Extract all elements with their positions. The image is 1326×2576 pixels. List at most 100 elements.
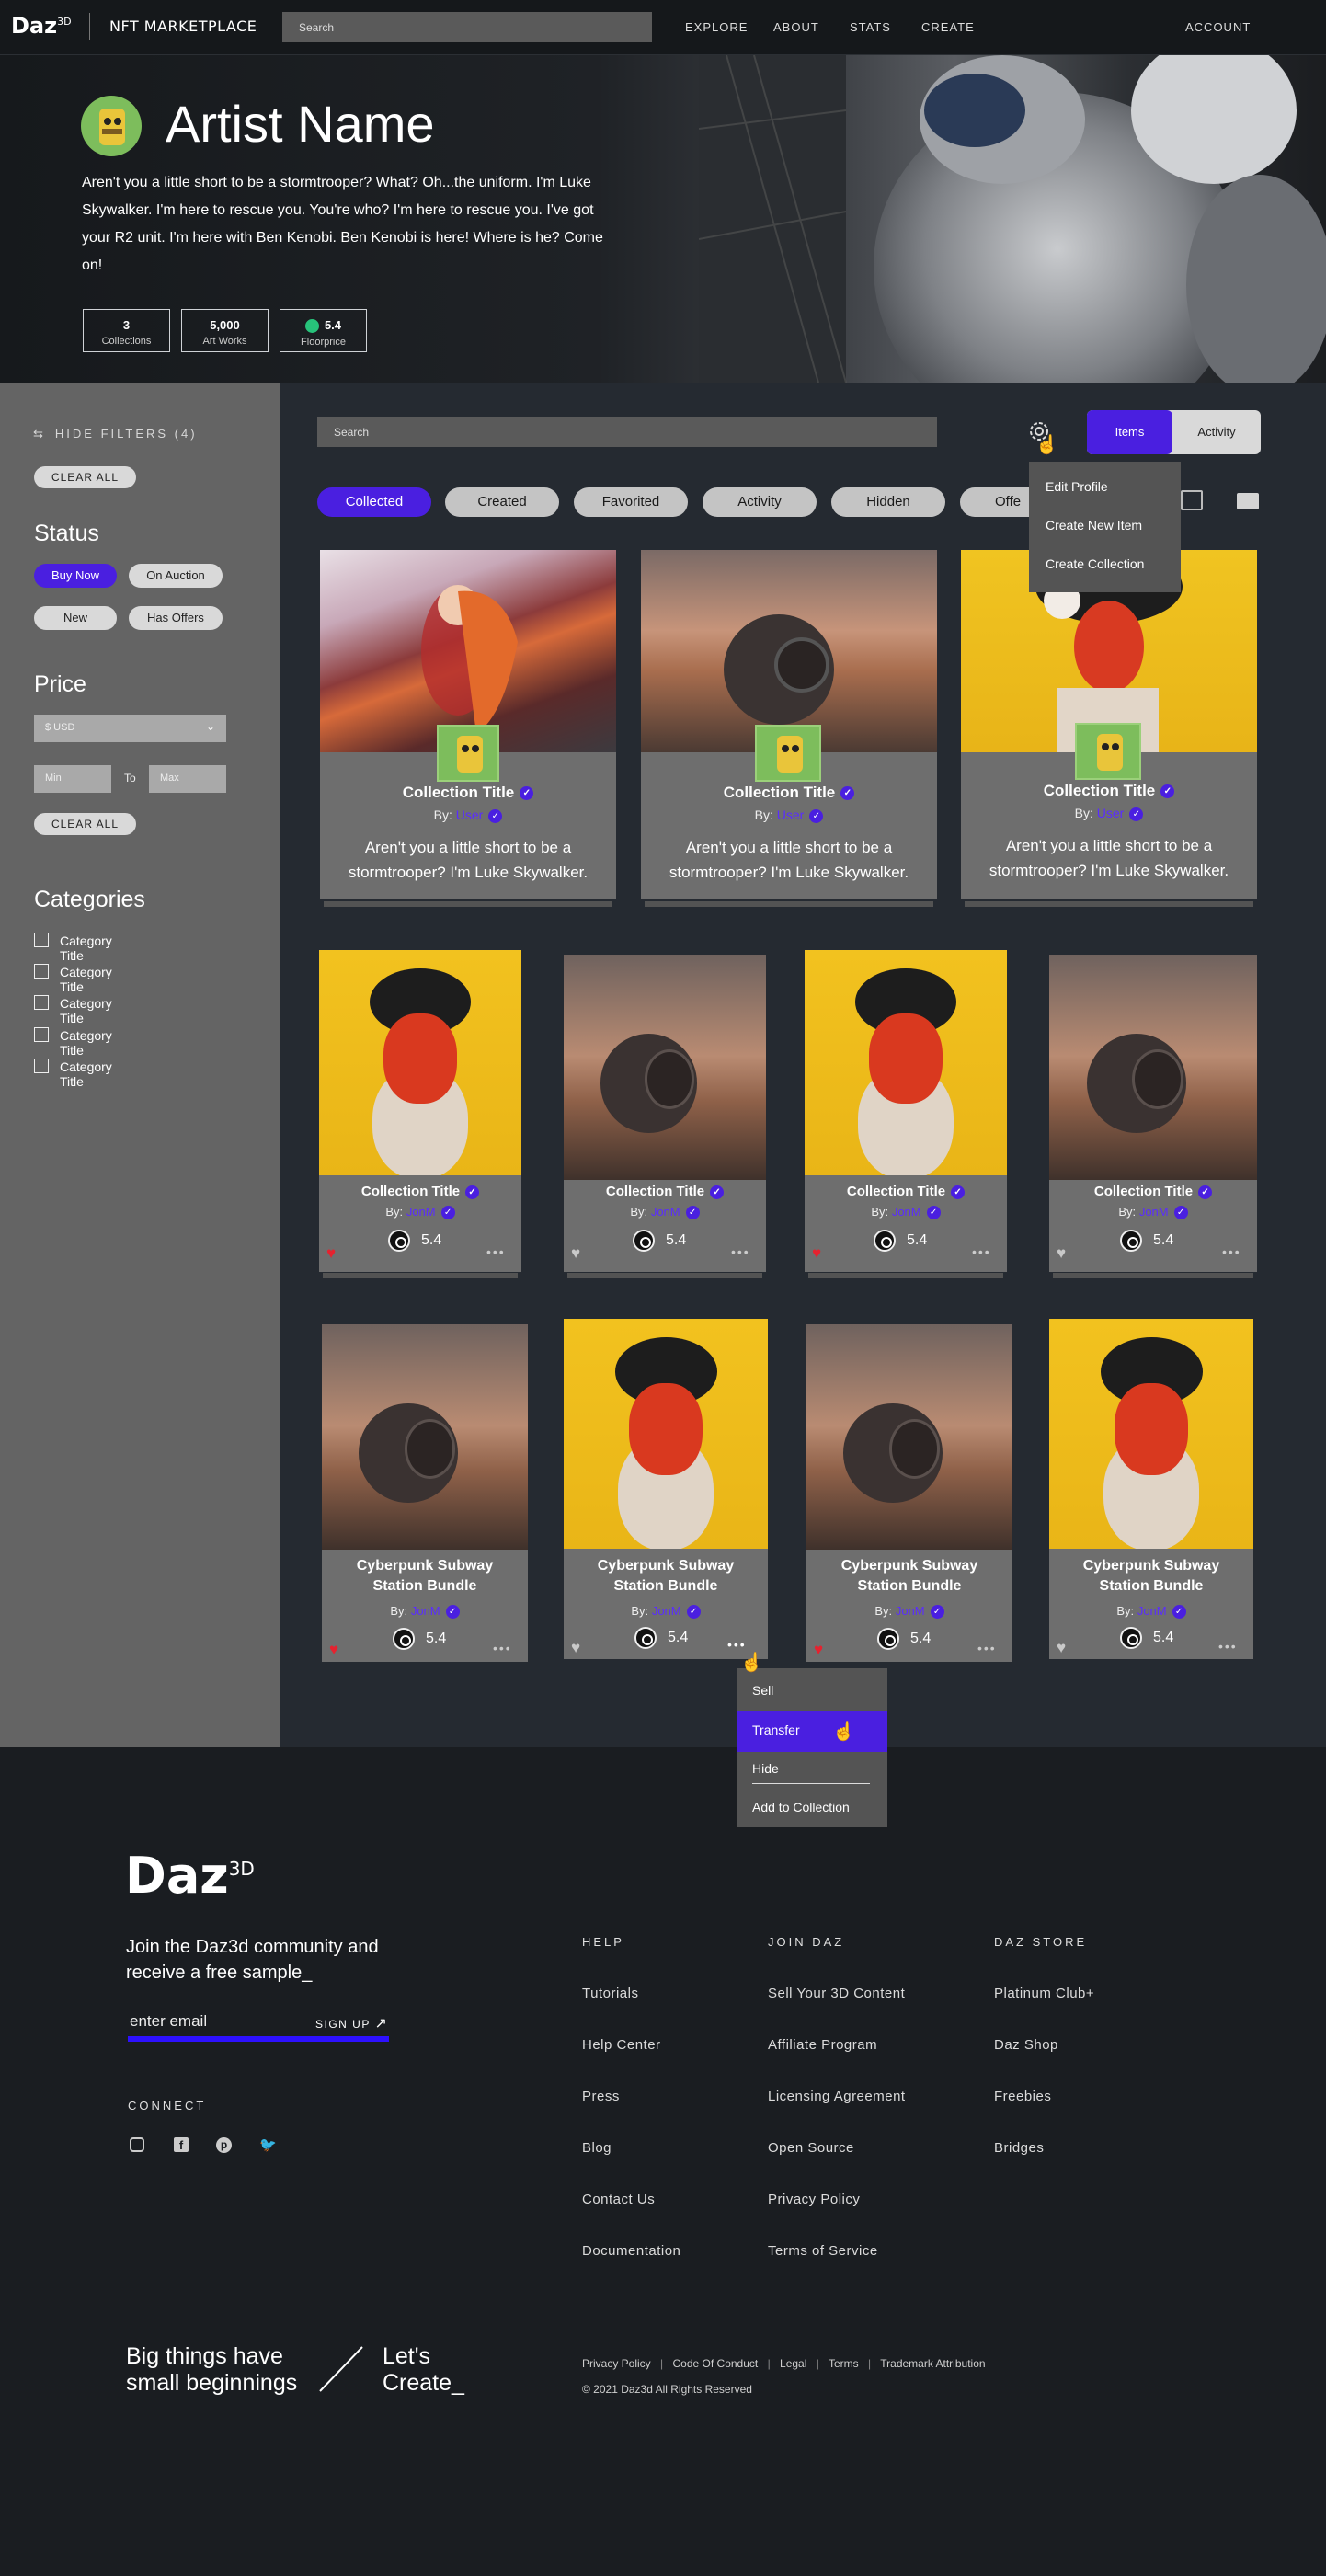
author-link[interactable]: JonM [1139,1205,1169,1219]
footer-link-press[interactable]: Press [582,2089,620,2104]
price-max-input[interactable]: Max [149,765,226,793]
legal-legal[interactable]: Legal [780,2357,806,2370]
sign-up-button[interactable]: SIGN UP ↗ [315,2014,388,2032]
more-options-icon[interactable]: ••• [1218,1639,1238,1654]
nav-about[interactable]: ABOUT [773,20,819,34]
legal-code-of-conduct[interactable]: Code Of Conduct [673,2357,759,2370]
heart-icon[interactable]: ♥ [571,1639,580,1657]
author-link[interactable]: JonM [651,1205,680,1219]
footer-link-terms-of-service[interactable]: Terms of Service [768,2243,878,2259]
heart-icon[interactable]: ♥ [326,1244,336,1263]
item-card[interactable]: Cyberpunk Subway Station Bundle By: JonM… [806,1324,1012,1662]
status-on-auction[interactable]: On Auction [129,564,223,588]
nav-search-box[interactable]: Search [282,12,652,42]
grid-view-icon[interactable] [1181,490,1203,510]
more-options-icon[interactable]: ••• [493,1641,512,1655]
checkbox[interactable] [34,1027,49,1042]
footer-link-help-center[interactable]: Help Center [582,2037,661,2053]
footer-link-tutorials[interactable]: Tutorials [582,1986,638,2001]
instagram-icon[interactable] [130,2137,144,2152]
item-card[interactable]: Collection Title ✓ By: JonM ✓ 5.4 ♥ ••• [564,955,766,1278]
view-activity-button[interactable]: Activity [1172,410,1261,454]
legal-trademark-attribution[interactable]: Trademark Attribution [880,2357,985,2370]
more-options-icon[interactable]: ••• [972,1244,991,1259]
clear-all-button[interactable]: CLEAR ALL [34,466,136,488]
heart-icon[interactable]: ♥ [1057,1244,1066,1263]
tab-favorited[interactable]: Favorited [574,487,688,517]
status-has-offers[interactable]: Has Offers [129,606,223,630]
footer-link-privacy-policy[interactable]: Privacy Policy [768,2192,860,2207]
checkbox[interactable] [34,995,49,1010]
menu-edit-profile[interactable]: Edit Profile [1029,479,1181,494]
main-search-input[interactable]: Search [317,417,937,447]
checkbox[interactable] [34,964,49,979]
email-signup-field[interactable]: enter email SIGN UP ↗ [128,2012,389,2042]
author-link[interactable]: User [1097,806,1125,820]
checkbox[interactable] [34,933,49,947]
view-items-button[interactable]: Items [1087,410,1172,454]
heart-icon[interactable]: ♥ [329,1641,338,1659]
footer-link-bridges[interactable]: Bridges [994,2140,1044,2156]
status-new[interactable]: New [34,606,117,630]
price-min-input[interactable]: Min [34,765,111,793]
menu-hide[interactable]: Hide [737,1761,887,1776]
pinterest-icon[interactable]: p [216,2137,232,2153]
author-link[interactable]: User [456,807,484,822]
checkbox[interactable] [34,1059,49,1073]
menu-add-to-collection[interactable]: Add to Collection [737,1800,887,1815]
footer-daz-logo[interactable]: Daz3D [125,1847,255,1905]
item-card[interactable]: Collection Title ✓ By: JonM ✓ 5.4 ♥ ••• [805,950,1007,1278]
tab-created[interactable]: Created [445,487,559,517]
more-options-icon[interactable]: ••• [731,1244,750,1259]
menu-sell[interactable]: Sell [737,1683,887,1698]
item-card[interactable]: Collection Title ✓ By: JonM ✓ 5.4 ♥ ••• [319,950,521,1278]
footer-link-contact-us[interactable]: Contact Us [582,2192,655,2207]
nav-explore[interactable]: EXPLORE [685,20,748,34]
tab-activity[interactable]: Activity [703,487,817,517]
collection-card[interactable]: Collection Title ✓ By: User ✓ Aren't you a… [320,550,616,907]
facebook-icon[interactable]: f [174,2137,189,2152]
author-link[interactable]: JonM [652,1604,681,1618]
nav-stats[interactable]: STATS [850,20,891,34]
footer-link-open-source[interactable]: Open Source [768,2140,854,2156]
author-link[interactable]: JonM [892,1205,921,1219]
tab-collected[interactable]: Collected [317,487,431,517]
footer-link-documentation[interactable]: Documentation [582,2243,680,2259]
item-card[interactable]: Cyberpunk Subway Station Bundle By: JonM… [1049,1319,1253,1659]
footer-link-affiliate-program[interactable]: Affiliate Program [768,2037,877,2053]
heart-icon[interactable]: ♥ [571,1244,580,1263]
heart-icon[interactable]: ♥ [814,1641,823,1659]
footer-link-licensing-agreement[interactable]: Licensing Agreement [768,2089,906,2104]
item-card[interactable]: Cyberpunk Subway Station Bundle By: JonM… [322,1324,528,1662]
item-card[interactable]: Cyberpunk Subway Station Bundle By: JonM… [564,1319,768,1659]
nav-account[interactable]: ACCOUNT [1185,20,1251,34]
legal-privacy-policy[interactable]: Privacy Policy [582,2357,651,2370]
artist-avatar[interactable] [81,96,142,156]
hide-filters-toggle[interactable]: ⇆ HIDE FILTERS (4) [33,427,198,441]
menu-create-collection[interactable]: Create Collection [1029,556,1181,571]
footer-link-freebies[interactable]: Freebies [994,2089,1051,2104]
menu-transfer[interactable]: Transfer [737,1723,887,1737]
collection-card[interactable]: Collection Title ✓ By: User ✓ Aren't you a… [961,550,1257,907]
author-link[interactable]: JonM [1137,1604,1167,1618]
footer-link-blog[interactable]: Blog [582,2140,612,2156]
heart-icon[interactable]: ♥ [1057,1639,1066,1657]
footer-link-platinum-club[interactable]: Platinum Club+ [994,1986,1094,2001]
currency-select[interactable]: $ USD ⌄ [34,715,226,742]
item-card[interactable]: Collection Title ✓ By: JonM ✓ 5.4 ♥ ••• [1049,955,1257,1278]
author-link[interactable]: User [777,807,805,822]
heart-icon[interactable]: ♥ [812,1244,821,1263]
status-buy-now[interactable]: Buy Now [34,564,117,588]
author-link[interactable]: JonM [896,1604,925,1618]
large-view-icon[interactable] [1237,493,1259,509]
collection-card[interactable]: Collection Title ✓ By: User ✓ Aren't you a… [641,550,937,907]
clear-all-price-button[interactable]: CLEAR ALL [34,813,136,835]
daz-logo[interactable]: Daz3D [11,13,72,39]
more-options-icon[interactable]: ••• [727,1637,747,1652]
author-link[interactable]: JonM [411,1604,440,1618]
nav-create[interactable]: CREATE [921,20,975,34]
footer-link-daz-shop[interactable]: Daz Shop [994,2037,1058,2053]
tab-hidden[interactable]: Hidden [831,487,945,517]
author-link[interactable]: JonM [406,1205,436,1219]
more-options-icon[interactable]: ••• [977,1641,997,1655]
